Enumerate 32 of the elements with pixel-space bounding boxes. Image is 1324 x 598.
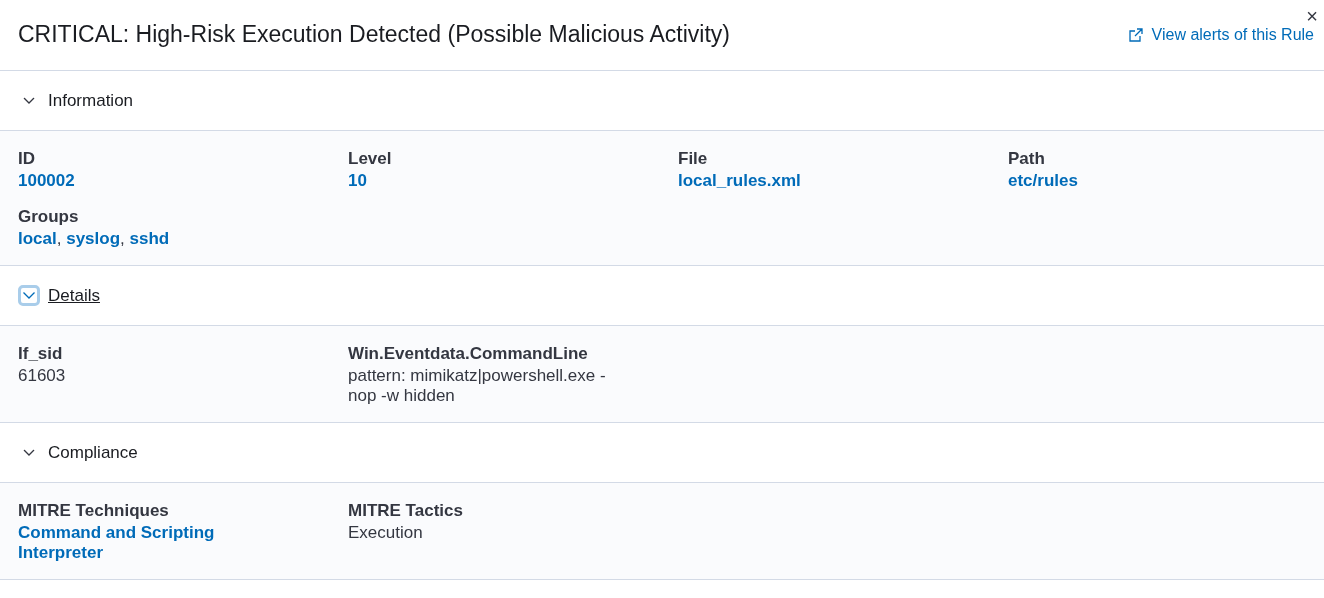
field-link[interactable]: sshd	[129, 229, 170, 249]
field-link[interactable]: syslog	[66, 229, 121, 249]
chevron-icon	[23, 97, 35, 104]
field-link[interactable]: local_rules.xml	[678, 171, 801, 191]
field-label: ID	[18, 148, 36, 170]
field-label: MITRE Tactics	[348, 500, 464, 522]
field-label: Groups	[18, 206, 80, 228]
separator-text: ,	[56, 229, 63, 248]
field-link[interactable]: 10	[348, 171, 367, 191]
field-value: Execution	[348, 523, 423, 542]
chevron-icon	[23, 449, 35, 456]
section-toggle[interactable]: Compliance	[18, 439, 138, 466]
field-link[interactable]: Command and Scripting Interpreter	[18, 523, 298, 563]
section-toggle[interactable]: Details	[18, 282, 100, 309]
field-value: pattern: mimikatz|powershell.exe -nop -w hidden	[348, 366, 606, 405]
view-alerts-link[interactable]: View alerts of this Rule	[1127, 23, 1314, 47]
field-label: File	[678, 148, 709, 170]
field-link[interactable]: 100002	[18, 171, 75, 191]
external-link-icon	[1127, 27, 1144, 43]
separator-text: ,	[120, 229, 126, 248]
field-link[interactable]: etc/rules	[1008, 171, 1078, 191]
chevron-icon	[18, 285, 40, 306]
section-toggle[interactable]: Information	[18, 87, 134, 114]
field-value: 61603	[18, 366, 66, 385]
field-label: Win.Eventdata.CommandLine	[348, 343, 589, 365]
field-label: Level	[348, 148, 393, 170]
field-label: If_sid	[18, 343, 64, 365]
panel-title: CRITICAL: High-Risk Execution Detected (Possible Malicious Activity)	[18, 21, 730, 49]
field-label: Path	[1008, 148, 1046, 170]
field-link[interactable]: local	[18, 229, 57, 249]
field-label: MITRE Techniques	[18, 500, 170, 522]
close-button[interactable]: ×	[1302, 6, 1322, 26]
